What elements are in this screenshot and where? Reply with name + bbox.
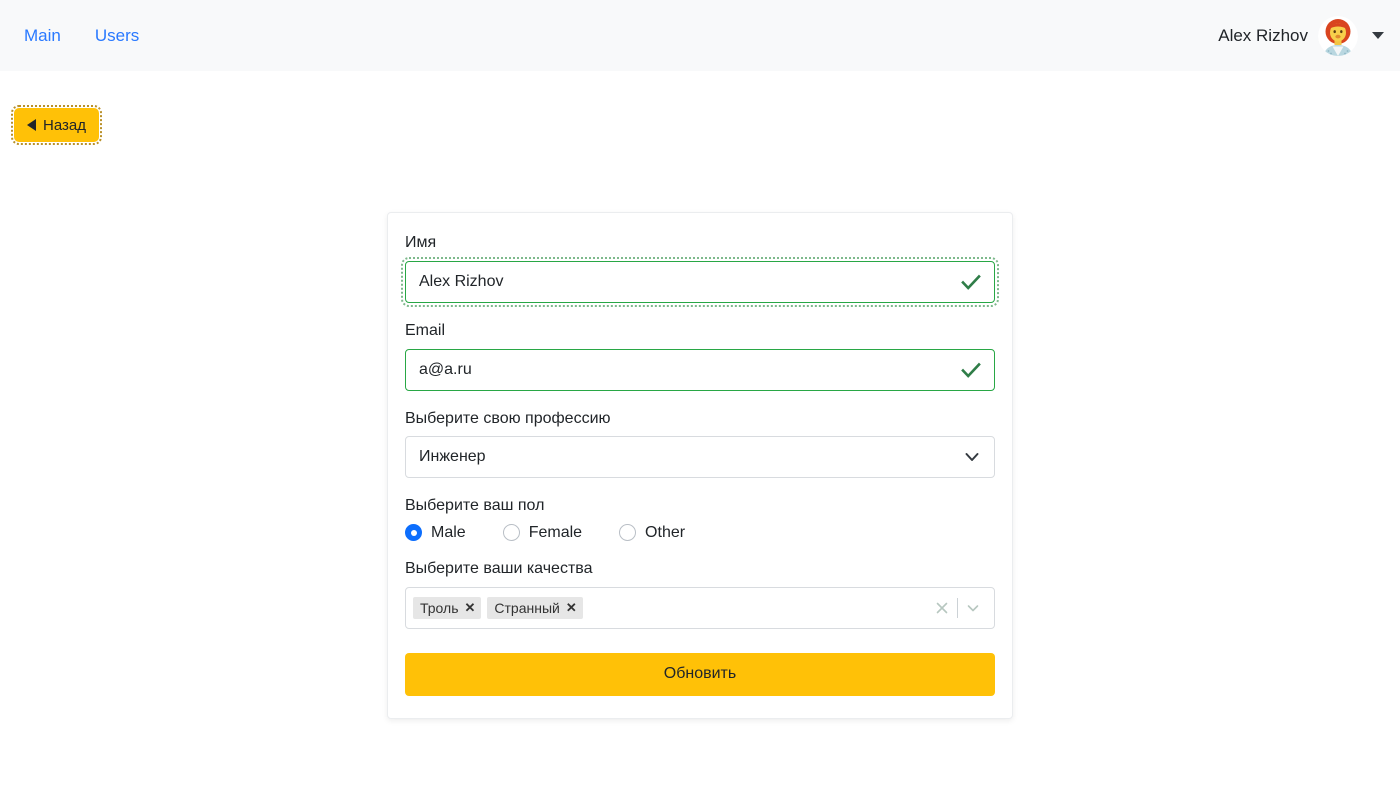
tag-remove-icon[interactable]: ✕ [560, 601, 583, 614]
qualities-tag[interactable]: Странный ✕ [487, 596, 583, 619]
gender-radio-group: Male Female Other [405, 523, 995, 542]
user-edit-form-card: Имя Email Выберите свою профессию [387, 212, 1013, 719]
profession-select-wrap: Инженер [405, 436, 995, 479]
email-field-label: Email [405, 321, 446, 339]
gender-option-male[interactable]: Male [405, 523, 466, 542]
gender-option-other[interactable]: Other [619, 523, 686, 542]
radio-selected-icon[interactable] [405, 524, 422, 542]
top-navbar: Main Users Alex Rizhov [0, 0, 1400, 71]
caret-down-icon[interactable] [1372, 32, 1384, 39]
navbar-user-menu[interactable]: Alex Rizhov [1218, 0, 1384, 71]
navbar-user-name: Alex Rizhov [1218, 26, 1308, 45]
clear-all-icon[interactable] [927, 600, 957, 616]
person-avatar-icon[interactable] [1318, 15, 1358, 56]
chevron-down-icon[interactable] [958, 600, 988, 616]
radio-unselected-icon[interactable] [619, 524, 637, 542]
triangle-left-icon [27, 119, 36, 131]
nav-link-users[interactable]: Users [95, 27, 139, 44]
name-input[interactable] [401, 256, 999, 307]
gender-field-group: Выберите ваш пол Male Female Other [405, 496, 995, 542]
qualities-tag-label: Странный [494, 599, 560, 616]
qualities-field-group: Выберите ваши качества Троль ✕ Странный … [405, 559, 995, 629]
name-input-wrap [401, 256, 999, 307]
qualities-tag-label: Троль [420, 599, 459, 616]
radio-unselected-icon[interactable] [502, 524, 520, 542]
navbar-links: Main Users [24, 27, 139, 44]
tag-remove-icon[interactable]: ✕ [459, 601, 482, 614]
profession-select[interactable]: Инженер [405, 436, 995, 479]
profession-field-group: Выберите свою профессию Инженер [405, 409, 995, 479]
qualities-tag[interactable]: Троль ✕ [413, 596, 482, 619]
gender-field-label: Выберите ваш пол [405, 497, 545, 515]
name-field-label: Имя [405, 234, 437, 251]
gender-option-male-label: Male [431, 523, 466, 541]
qualities-field-label: Выберите ваши качества [405, 560, 593, 578]
email-field-group: Email [405, 321, 995, 391]
back-button[interactable]: Назад [11, 105, 102, 145]
name-field-group: Имя [401, 233, 999, 307]
email-input[interactable] [405, 348, 995, 391]
profession-selected-value: Инженер [419, 448, 486, 466]
qualities-indicators [927, 597, 988, 618]
gender-option-other-label: Other [645, 523, 686, 541]
qualities-tag-list: Троль ✕ Странный ✕ [413, 596, 927, 619]
submit-button[interactable]: Обновить [405, 652, 995, 696]
qualities-multiselect[interactable]: Троль ✕ Странный ✕ [405, 586, 995, 629]
profession-field-label: Выберите свою профессию [405, 409, 611, 427]
gender-option-female[interactable]: Female [502, 523, 583, 542]
back-button-label: Назад [43, 116, 86, 134]
nav-link-main[interactable]: Main [24, 27, 61, 44]
gender-option-female-label: Female [528, 523, 583, 541]
email-input-wrap [405, 348, 995, 391]
